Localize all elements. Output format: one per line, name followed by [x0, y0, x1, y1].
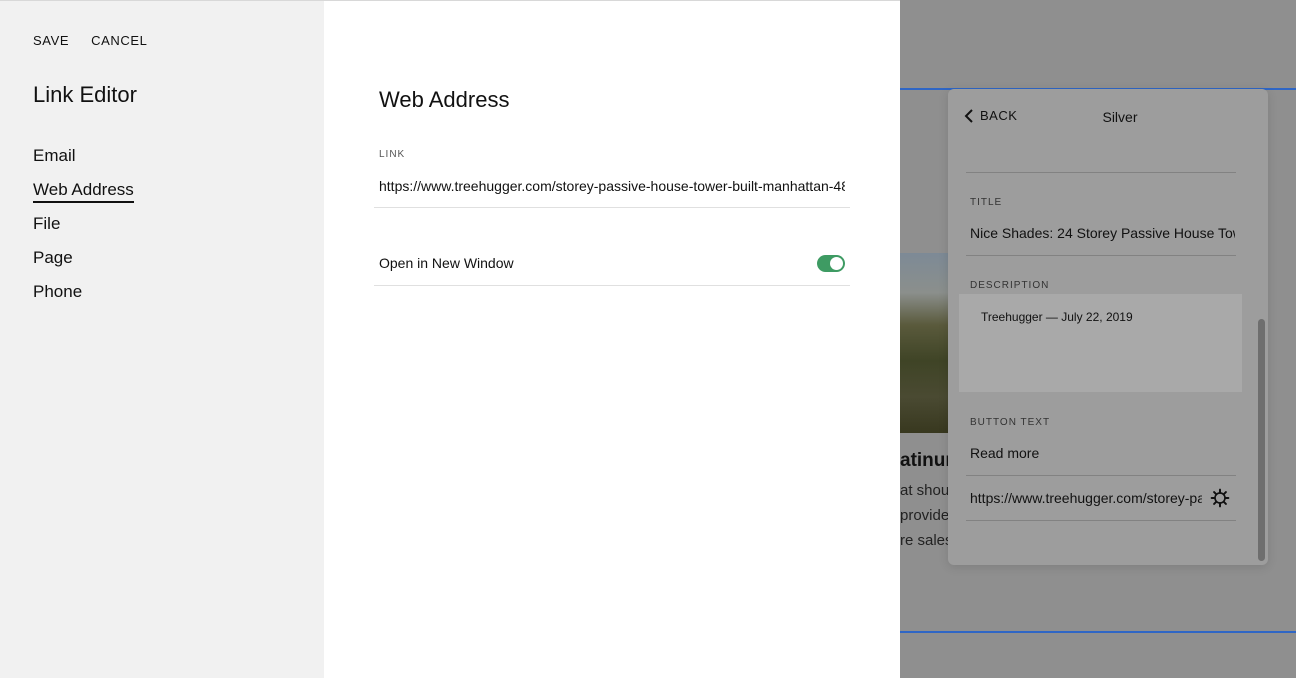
description-text: Treehugger — July 22, 2019 — [981, 310, 1133, 324]
nav-item-file[interactable]: File — [33, 213, 134, 247]
title-field-label: TITLE — [970, 197, 1003, 208]
link-editor-title: Link Editor — [33, 82, 137, 107]
gear-icon[interactable] — [1210, 488, 1230, 508]
nav-item-page[interactable]: Page — [33, 247, 134, 281]
divider — [966, 172, 1236, 173]
background-text-line: at shoul — [900, 482, 953, 499]
link-input[interactable] — [379, 175, 845, 197]
cancel-button[interactable]: CANCEL — [91, 33, 147, 48]
link-field-label: LINK — [379, 149, 406, 160]
nav-item-label: Phone — [33, 282, 83, 301]
nav-item-email[interactable]: Email — [33, 145, 134, 179]
block-panel-title: Silver — [1102, 109, 1138, 125]
nav-item-web-address[interactable]: Web Address — [33, 179, 134, 213]
description-field[interactable]: Treehugger — July 22, 2019 — [959, 294, 1242, 392]
section-bottom-border — [900, 631, 1296, 633]
divider — [374, 285, 850, 286]
nav-item-phone[interactable]: Phone — [33, 281, 134, 315]
nav-item-label: File — [33, 214, 61, 233]
title-field[interactable]: Nice Shades: 24 Storey Passive House Tow… — [970, 225, 1235, 241]
nav-item-label: Email — [33, 146, 76, 165]
background-photo — [900, 253, 950, 433]
background-heading: atinur — [900, 450, 953, 471]
link-editor-sidebar: SAVE CANCEL Link Editor Email Web Addres… — [0, 0, 324, 678]
block-editor-panel: BACK Silver TITLE Nice Shades: 24 Storey… — [948, 89, 1268, 565]
page-title: Web Address — [379, 87, 510, 112]
background-text-line: re sales — [900, 532, 953, 549]
open-new-window-label: Open in New Window — [379, 255, 514, 271]
scrollbar-thumb[interactable] — [1258, 319, 1265, 561]
nav-item-label: Web Address — [33, 180, 134, 203]
toggle-knob — [830, 257, 843, 270]
top-actions: SAVE CANCEL — [33, 33, 147, 48]
link-type-nav: Email Web Address File Page Phone — [33, 145, 134, 315]
button-text-field[interactable]: Read more — [970, 445, 1235, 461]
button-link-field[interactable]: https://www.treehugger.com/storey-passiv… — [970, 490, 1202, 506]
divider — [374, 207, 850, 208]
divider — [966, 520, 1236, 521]
open-new-window-toggle[interactable] — [817, 255, 845, 272]
divider — [966, 475, 1236, 476]
divider — [966, 255, 1236, 256]
block-panel-header: BACK Silver — [948, 89, 1268, 145]
web-address-panel: Web Address LINK Open in New Window — [324, 0, 900, 678]
button-text-label: BUTTON TEXT — [970, 417, 1051, 428]
background-text-line: provide — [900, 507, 950, 524]
save-button[interactable]: SAVE — [33, 33, 69, 48]
nav-item-label: Page — [33, 248, 73, 267]
description-field-label: DESCRIPTION — [970, 280, 1050, 291]
